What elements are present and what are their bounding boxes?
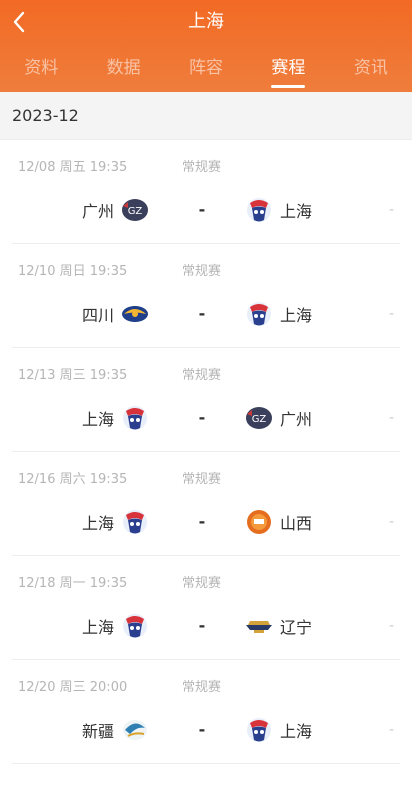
home-team-name: 上海 [81,618,114,637]
game-date: 12/13 [18,368,56,383]
xinjiang-logo [120,716,150,744]
game-status: - [388,306,394,322]
svg-text:GZ: GZ [128,206,143,217]
away-team[interactable]: GZ 广州 [244,404,312,432]
shanghai-logo [244,716,274,744]
home-team-name: 上海 [81,410,114,429]
game-row[interactable]: 12/08 周五 19:35 常规赛广州 GZ - 上海 - [12,140,400,244]
schedule-list: 12/08 周五 19:35 常规赛 广州 GZ - 上海 -12/10 周日 19:35 常… [0,140,412,764]
month-label: 2023-12 [12,106,79,125]
shanxi-logo [244,508,274,536]
liaoning-logo [244,612,274,640]
home-team[interactable]: 上海 [82,404,150,432]
tab-3[interactable]: 赛程 [247,46,329,92]
tab-1[interactable]: 数据 [82,46,164,92]
shanghai-logo [120,508,150,536]
home-team-name: 广州 [81,202,114,221]
game-date: 12/16 [18,472,56,487]
away-team-name: 上海 [280,202,313,221]
svg-text:GZ: GZ [252,414,267,425]
tab-0[interactable]: 资料 [0,46,82,92]
game-weekday: 周五 [59,160,86,175]
game-status: - [388,618,394,634]
game-row[interactable]: 12/16 周六 19:35 常规赛上海 - 山西 - [12,452,400,556]
month-header: 2023-12 [0,92,412,140]
game-type: 常规赛 [182,680,222,695]
away-team-name: 辽宁 [280,618,313,637]
app-header: 上海 资料 数据 阵容 赛程 资讯 [0,0,412,92]
game-score: - [198,720,206,739]
tab-bar: 资料 数据 阵容 赛程 资讯 [0,46,412,92]
shanghai-logo [244,300,274,328]
game-weekday: 周三 [59,368,86,383]
game-type: 常规赛 [182,576,222,591]
game-time: 19:35 [89,160,128,175]
game-type: 常规赛 [182,368,222,383]
sichuan-logo [120,300,150,328]
game-date: 12/08 [18,160,56,175]
game-time: 19:35 [89,264,128,279]
game-time: 19:35 [89,576,128,591]
game-time: 19:35 [89,368,128,383]
game-status: - [388,202,394,218]
home-team[interactable]: 广州 GZ [82,196,150,224]
game-weekday: 周六 [59,472,86,487]
shanghai-logo [120,404,150,432]
game-row[interactable]: 12/20 周三 20:00 常规赛新疆 - 上海 - [12,660,400,764]
away-team-name: 广州 [280,410,313,429]
game-status: - [388,722,394,738]
away-team[interactable]: 上海 [244,300,312,328]
tab-4[interactable]: 资讯 [330,46,412,92]
away-team-name: 山西 [280,514,313,533]
game-type: 常规赛 [182,160,222,175]
guangzhou-logo: GZ [244,404,274,432]
game-datetime: 12/10 周日 19:35 [18,260,127,279]
game-type: 常规赛 [182,472,222,487]
home-team[interactable]: 上海 [82,508,150,536]
game-datetime: 12/16 周六 19:35 [18,468,127,487]
game-row[interactable]: 12/18 周一 19:35 常规赛上海 - 辽宁 - [12,556,400,660]
home-team[interactable]: 新疆 [82,716,150,744]
game-datetime: 12/08 周五 19:35 [18,156,127,175]
away-team[interactable]: 辽宁 [244,612,312,640]
shanghai-logo [244,196,274,224]
game-date: 12/10 [18,264,56,279]
game-datetime: 12/20 周三 20:00 [18,676,127,695]
away-team[interactable]: 山西 [244,508,312,536]
game-score: - [198,512,206,531]
game-datetime: 12/13 周三 19:35 [18,364,127,383]
away-team-name: 上海 [280,722,313,741]
game-score: - [198,200,206,219]
shanghai-logo [120,612,150,640]
home-team-name: 上海 [81,514,114,533]
game-score: - [198,408,206,427]
game-time: 19:35 [89,472,128,487]
home-team-name: 四川 [81,306,114,325]
game-time: 20:00 [89,680,128,695]
game-status: - [388,514,394,530]
away-team[interactable]: 上海 [244,716,312,744]
game-date: 12/20 [18,680,56,695]
tab-2[interactable]: 阵容 [165,46,247,92]
game-date: 12/18 [18,576,56,591]
home-team[interactable]: 四川 [82,300,150,328]
away-team[interactable]: 上海 [244,196,312,224]
away-team-name: 上海 [280,306,313,325]
game-weekday: 周日 [59,264,86,279]
guangzhou-logo: GZ [120,196,150,224]
game-datetime: 12/18 周一 19:35 [18,572,127,591]
game-weekday: 周三 [59,680,86,695]
game-row[interactable]: 12/13 周三 19:35 常规赛上海 - GZ 广州 - [12,348,400,452]
nav-bar: 上海 [0,0,412,44]
game-score: - [198,304,206,323]
game-type: 常规赛 [182,264,222,279]
game-weekday: 周一 [59,576,86,591]
home-team-name: 新疆 [81,722,114,741]
game-score: - [198,616,206,635]
home-team[interactable]: 上海 [82,612,150,640]
game-status: - [388,410,394,426]
game-row[interactable]: 12/10 周日 19:35 常规赛四川 - 上海 - [12,244,400,348]
page-title: 上海 [188,11,224,32]
